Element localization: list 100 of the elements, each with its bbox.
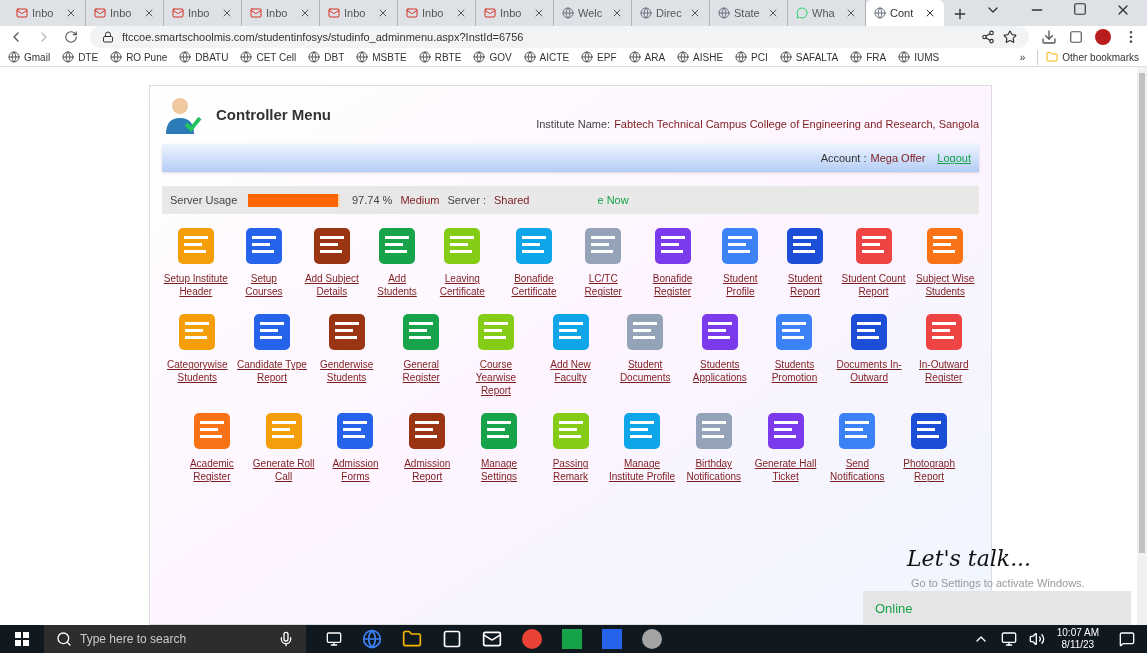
menu-item[interactable]: Academic Register	[178, 409, 246, 484]
menu-item-label: Bonafide Certificate	[510, 272, 558, 299]
menu-item-label: Genderwise Students	[318, 358, 375, 385]
menu-item-label: LC/TC Register	[583, 272, 623, 299]
menu-item[interactable]: Student Count Report	[839, 224, 908, 299]
menu-item[interactable]: Candidate Type Report	[236, 310, 308, 398]
mail-icon[interactable]	[482, 629, 502, 650]
speaker-icon[interactable]	[1028, 631, 1045, 648]
bookmark-folder[interactable]: Other bookmarks	[1037, 49, 1139, 65]
bookmark[interactable]: AICTE	[523, 49, 570, 65]
close-icon[interactable]	[299, 7, 311, 19]
menu-item[interactable]: Course Yearwise Report	[460, 310, 532, 398]
menu-item[interactable]: Student Documents	[609, 310, 681, 398]
bookmark[interactable]: MSBTE	[356, 49, 407, 65]
menu-item[interactable]: Birthday Notifications	[679, 409, 748, 484]
menu-item[interactable]: Generate Hall Ticket	[751, 409, 820, 484]
menu-item[interactable]: Bonafide Certificate	[500, 224, 568, 299]
menu-item[interactable]: Students Applications	[684, 310, 756, 398]
close-icon[interactable]	[377, 7, 389, 19]
bookmark[interactable]: RBTE	[418, 49, 462, 65]
menu-item[interactable]: Generate Roll Call	[249, 409, 318, 484]
bookmark[interactable]: FRA	[850, 49, 887, 65]
bookmark[interactable]: DTE	[62, 49, 99, 65]
menu-item[interactable]: Passing Remark	[536, 409, 605, 484]
menu-item[interactable]: Documents In-Outward	[833, 310, 905, 398]
bookmark-label: GOV	[489, 50, 512, 65]
search-input[interactable]: Type here to search	[80, 630, 270, 649]
bookmark[interactable]: PCI	[735, 49, 768, 65]
menu-item[interactable]: Subject Wise Students	[911, 224, 979, 299]
menu-item-label: Admission Report	[403, 457, 452, 484]
usage-load: Medium	[400, 193, 440, 209]
menu-item[interactable]: LC/TC Register	[571, 224, 635, 299]
taskbar-search-field[interactable]: Type here to search	[44, 625, 306, 653]
menu-item-label: Students Applications	[691, 358, 748, 385]
menu-item[interactable]: Student Profile	[710, 224, 771, 299]
notifications-icon[interactable]	[1119, 631, 1135, 648]
menu-item[interactable]: Bonafide Register	[638, 224, 707, 299]
marquee-text: e Now	[597, 193, 629, 209]
bookmark-label: IUMS	[914, 50, 940, 65]
address-bar[interactable]: ftccoe.smartschoolmis.com/studentinfosys/studinfo_adminmenu.aspx?InstId=6756	[90, 26, 1029, 49]
side-panel-icon[interactable]	[1069, 30, 1083, 45]
folder-icon[interactable]	[402, 629, 422, 650]
mic-icon[interactable]	[278, 631, 294, 648]
bookmark[interactable]: IUMS	[898, 49, 940, 65]
menu-item[interactable]: Manage Settings	[465, 409, 533, 484]
menu-item[interactable]: Students Promotion	[759, 310, 830, 398]
bookmark[interactable]: ARA	[628, 49, 666, 65]
close-icon[interactable]	[845, 7, 857, 19]
bookmark[interactable]: SAFALTA	[779, 49, 839, 65]
menu-item-label: Leaving Certificate	[438, 272, 486, 299]
bookmark-label: PCI	[751, 50, 768, 65]
menu-item[interactable]: Genderwise Students	[311, 310, 382, 398]
bookmark-label: RO Pune	[126, 50, 168, 65]
menu-item[interactable]: Leaving Certificate	[428, 224, 497, 299]
menu-item[interactable]: Admission Forms	[321, 409, 390, 484]
menu-item[interactable]: Add Subject Details	[298, 224, 366, 299]
bookmark[interactable]: RO Pune	[110, 49, 168, 65]
menu-item[interactable]: In-Outward Register	[908, 310, 980, 398]
menu-item[interactable]: Admission Report	[393, 409, 462, 484]
close-icon[interactable]	[65, 7, 77, 19]
menu-item[interactable]: Setup Institute Header	[162, 224, 230, 299]
menu-item[interactable]: Photograph Report	[895, 409, 963, 484]
menu-item[interactable]: Add Students	[369, 224, 425, 299]
network-icon[interactable]	[1000, 631, 1017, 648]
close-icon[interactable]	[689, 7, 701, 19]
bookmark[interactable]: DBT	[308, 49, 345, 65]
close-icon[interactable]	[533, 7, 545, 19]
menu-item[interactable]: Send Notifications	[823, 409, 892, 484]
new-tab-icon[interactable]	[952, 6, 968, 22]
close-icon[interactable]	[143, 7, 155, 19]
close-icon[interactable]	[221, 7, 233, 19]
close-icon[interactable]	[924, 7, 936, 19]
menu-item[interactable]: Categorywise Students	[162, 310, 233, 398]
menu-item[interactable]: Manage Institute Profile	[608, 409, 676, 484]
share-icon[interactable]	[981, 30, 995, 45]
menu-item[interactable]: Add New Faculty	[535, 310, 606, 398]
menu-item[interactable]: Setup Courses	[233, 224, 295, 299]
bookmark-label: DBATU	[195, 50, 229, 65]
avatar-icon[interactable]	[1095, 29, 1111, 46]
bookmark[interactable]: GOV	[473, 49, 512, 65]
close-icon[interactable]	[611, 7, 623, 19]
task-view-icon[interactable]	[326, 631, 342, 648]
restore-icon[interactable]	[1073, 2, 1087, 16]
download-icon[interactable]	[1041, 29, 1057, 46]
bookmark[interactable]: DBATU	[179, 49, 229, 65]
tab-title: Inbo	[344, 5, 367, 21]
bookmark[interactable]: AISHE	[677, 49, 724, 65]
menu-item[interactable]: Student Report	[774, 224, 836, 299]
browser-tab[interactable]: Cont	[866, 0, 944, 26]
star-icon[interactable]	[1003, 30, 1017, 45]
bookmark[interactable]: Gmail	[8, 49, 51, 65]
server-type: Shared	[494, 193, 530, 209]
reload-icon[interactable]	[64, 30, 78, 45]
bookmark[interactable]: EPF	[581, 49, 617, 65]
bookmark[interactable]: CET Cell	[240, 49, 297, 65]
menu-item[interactable]: General Register	[385, 310, 457, 398]
overflow-chevron[interactable]: »	[1019, 49, 1026, 65]
close-icon[interactable]	[455, 7, 467, 19]
search-icon	[56, 631, 72, 648]
close-icon[interactable]	[767, 7, 779, 19]
